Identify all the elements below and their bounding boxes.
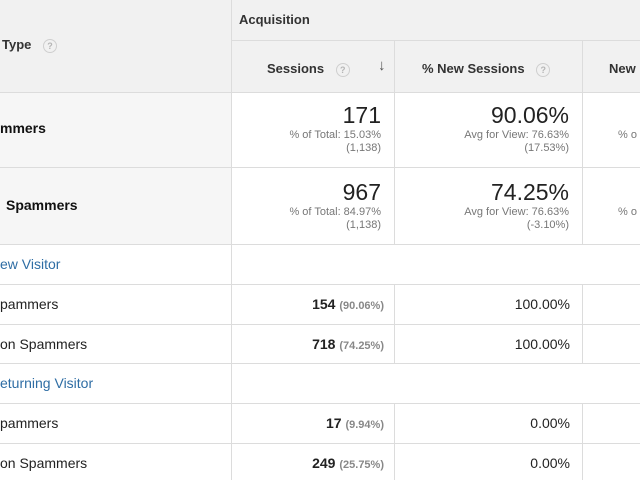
acquisition-group-header: Acquisition <box>239 12 310 27</box>
type-header-label: Type <box>2 37 32 52</box>
sessions-percent: (25.75%) <box>339 459 384 471</box>
segment-name: mmers <box>0 120 46 136</box>
segment-new-sessions-avg: Avg for View: 76.63% <box>464 129 569 141</box>
table-row-new-sessions: 100.00% <box>514 296 570 312</box>
type-column-header[interactable]: Type ? <box>2 37 58 53</box>
new-sessions-column-header[interactable]: % New Sessions ? <box>422 61 551 77</box>
new-sessions-header-label: % New Sessions <box>422 61 525 76</box>
sort-arrow-icon[interactable]: ↓ <box>378 57 386 74</box>
sessions-value: 154 <box>312 296 336 312</box>
segment-new-sessions-value: 90.06% <box>490 102 569 128</box>
table-row-label: pammers <box>0 296 59 312</box>
sessions-value: 17 <box>326 415 342 431</box>
group-link-new-visitor[interactable]: ew Visitor <box>0 256 60 272</box>
segment-sessions-total-abs: (1,138) <box>346 219 381 231</box>
table-row-label: on Spammers <box>0 336 88 352</box>
help-icon[interactable]: ? <box>335 62 350 77</box>
table-row-sessions: 718 (74.25%) <box>312 336 384 352</box>
sessions-value: 718 <box>312 336 336 352</box>
help-icon[interactable]: ? <box>536 62 551 77</box>
table-row-new-sessions: 100.00% <box>514 336 570 352</box>
new-users-column-header[interactable]: New U <box>609 61 640 76</box>
sessions-percent: (74.25%) <box>339 340 384 352</box>
table-row-label: on Spammers <box>0 455 88 471</box>
segment-sessions-total: % of Total: 84.97% <box>289 206 381 218</box>
table-row-sessions: 154 (90.06%) <box>312 296 384 312</box>
header-row <box>0 0 640 92</box>
segment-new-sessions-delta: (17.53%) <box>524 142 569 154</box>
table-row-label: pammers <box>0 415 59 431</box>
segment-sessions-total: % of Total: 15.03% <box>289 129 381 141</box>
segment-sessions-total-abs: (1,138) <box>346 142 381 154</box>
segment-sessions-value: 967 <box>342 179 381 205</box>
segment-new-sessions-delta: (-3.10%) <box>526 219 569 231</box>
sessions-header-label: Sessions <box>267 61 325 76</box>
sessions-value: 249 <box>312 455 336 471</box>
segment-name: Spammers <box>6 197 78 213</box>
sessions-percent: (9.94%) <box>345 419 384 431</box>
segment-new-users-sub: % o <box>618 129 637 141</box>
table-row-sessions: 249 (25.75%) <box>312 455 384 471</box>
sessions-column-header[interactable]: Sessions ? <box>267 61 350 77</box>
table-row-new-sessions: 0.00% <box>530 455 570 471</box>
group-link-returning-visitor[interactable]: eturning Visitor <box>0 375 93 391</box>
table-row-new-sessions: 0.00% <box>530 415 570 431</box>
segment-sessions-value: 171 <box>342 102 381 128</box>
sessions-percent: (90.06%) <box>339 300 384 312</box>
segment-new-users-sub: % o <box>618 206 637 218</box>
segment-new-sessions-avg: Avg for View: 76.63% <box>464 206 569 218</box>
segment-new-sessions-value: 74.25% <box>490 179 569 205</box>
table-row-sessions: 17 (9.94%) <box>326 415 384 431</box>
help-icon[interactable]: ? <box>43 38 58 53</box>
